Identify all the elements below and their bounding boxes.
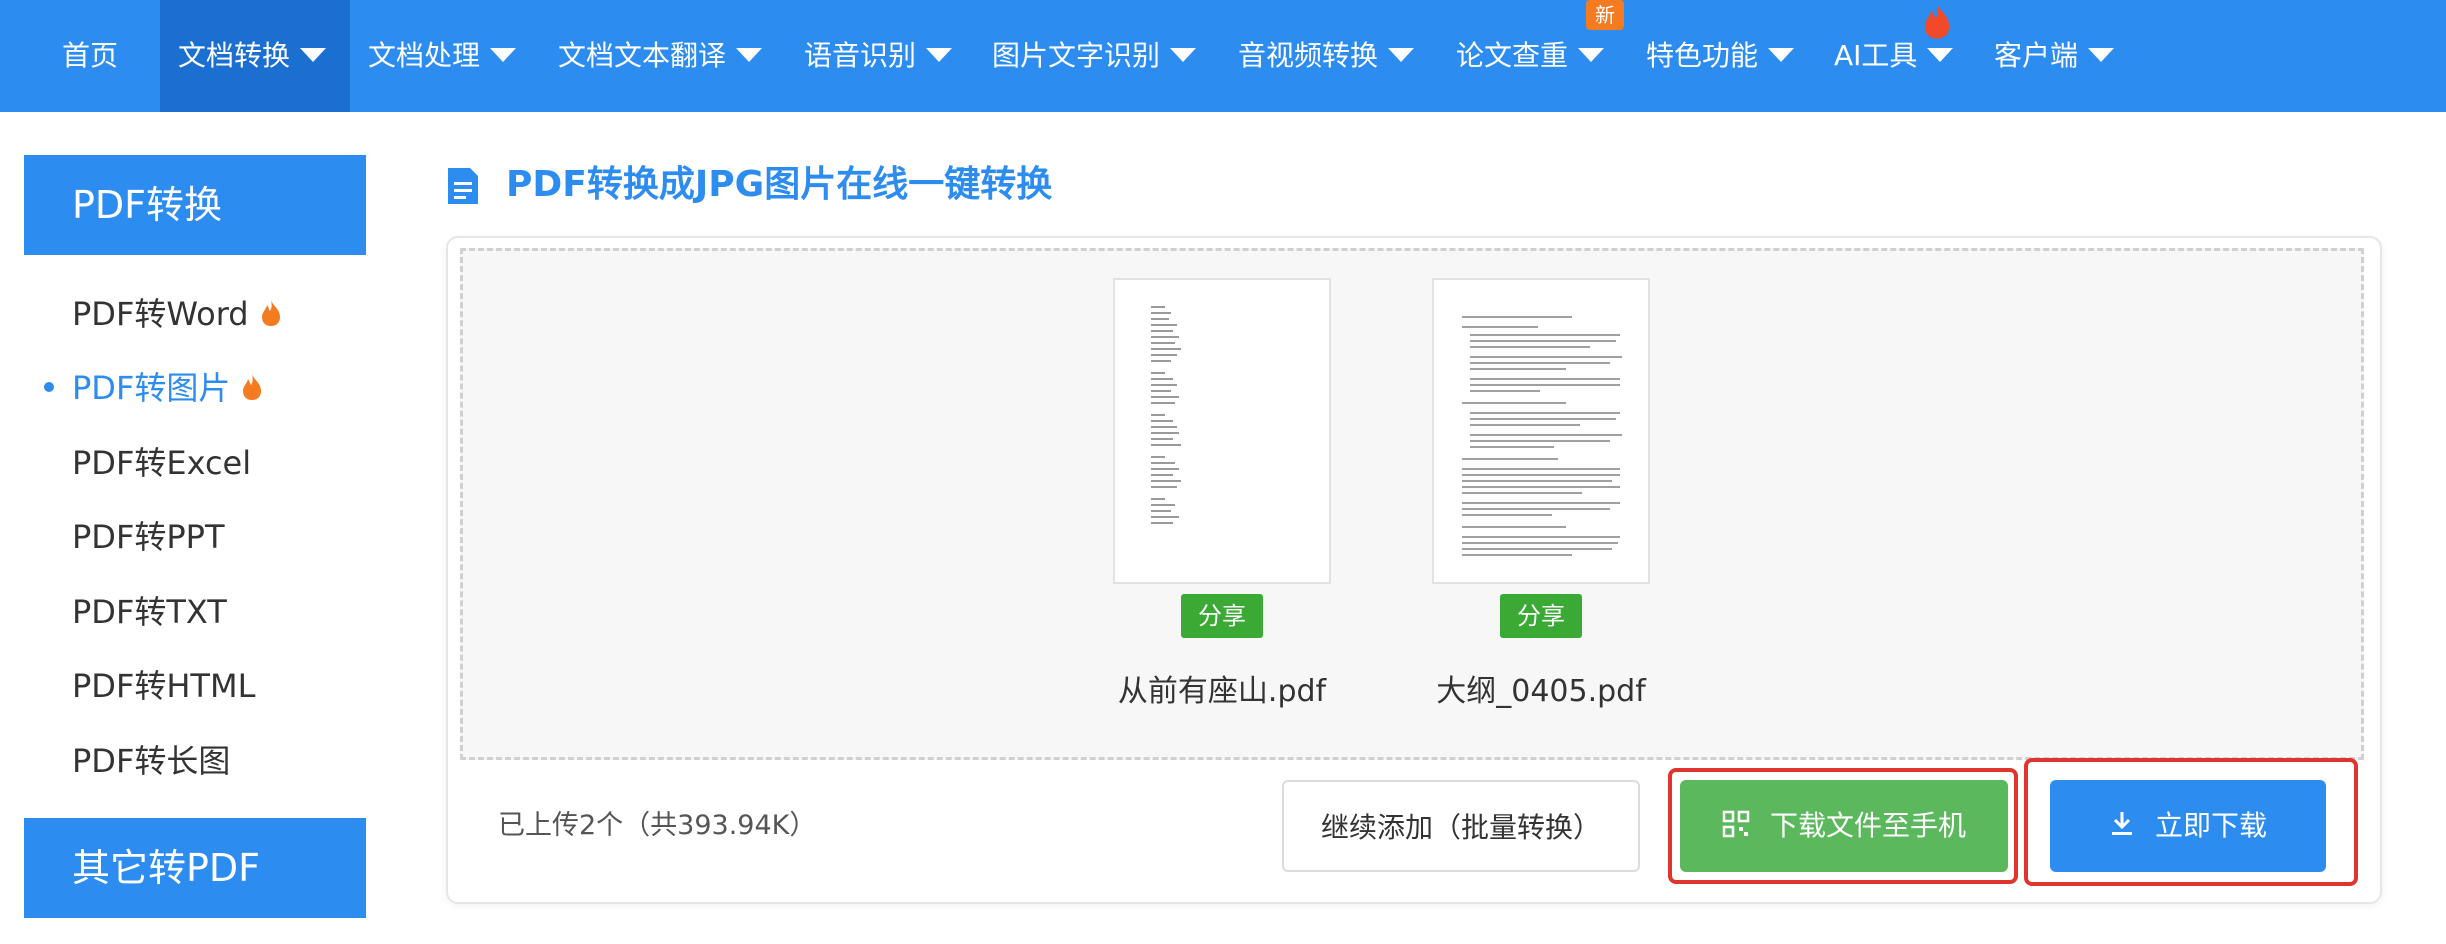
nav-item-doc-process[interactable]: 文档处理 [368,0,517,112]
sidebar-item-pdf-to-html[interactable]: PDF转HTML [72,664,255,708]
upload-status: 已上传2个（共393.94K） [498,810,817,841]
sidebar-item-pdf-to-txt[interactable]: PDF转TXT [72,590,227,634]
nav-item-client[interactable]: 客户端 [1994,0,2115,112]
fire-icon [1924,3,1950,39]
chevron-down-icon [1768,48,1795,62]
chevron-down-icon [300,48,327,62]
share-button[interactable]: 分享 [1500,594,1582,638]
pdf-page-preview [1151,306,1181,524]
nav-item-speech-recognition[interactable]: 语音识别 [804,0,953,112]
sidebar-item-pdf-to-image[interactable]: PDF转图片 [72,366,264,410]
download-now-button[interactable]: 立即下载 [2050,780,2326,872]
sidebar-item-pdf-to-long-image[interactable]: PDF转长图 [72,739,230,783]
fire-icon [243,374,262,400]
file-name: 大纲_0405.pdf [1436,674,1646,709]
new-badge: 新 [1586,0,1624,30]
chevron-down-icon [1927,48,1954,62]
chevron-down-icon [1578,48,1605,62]
nav-item-image-ocr[interactable]: 图片文字识别 [992,0,1197,112]
pdf-page-preview [1462,316,1622,556]
qr-code-icon [1722,810,1750,838]
nav-item-features[interactable]: 特色功能 [1646,0,1795,112]
sidebar-item-pdf-to-word[interactable]: PDF转Word [72,292,283,336]
file-drop-zone[interactable] [460,248,2364,760]
top-nav-bar: 首页 文档转换 文档处理 文档文本翻译 语音识别 图片文字识别 音视频转换 论文… [0,0,2446,112]
chevron-down-icon [1170,48,1197,62]
active-indicator-dot [44,382,54,392]
document-icon [448,168,478,204]
sidebar-section-pdf-convert[interactable]: PDF转换 [24,155,366,255]
add-more-files-button[interactable]: 继续添加（批量转换） [1282,780,1640,872]
chevron-down-icon [736,48,763,62]
fire-icon [261,300,280,326]
nav-item-doc-translate[interactable]: 文档文本翻译 [558,0,763,112]
download-to-phone-button[interactable]: 下载文件至手机 [1680,780,2008,872]
page-title: PDF转换成JPG图片在线一键转换 [506,164,1053,205]
nav-item-plagiarism-check[interactable]: 论文查重 [1456,0,1605,112]
file-thumbnail[interactable] [1113,278,1331,584]
nav-item-av-convert[interactable]: 音视频转换 [1238,0,1415,112]
file-thumbnail[interactable] [1432,278,1650,584]
nav-item-doc-convert[interactable]: 文档转换 [160,0,350,112]
sidebar-item-pdf-to-excel[interactable]: PDF转Excel [72,441,251,485]
chevron-down-icon [2088,48,2115,62]
share-button[interactable]: 分享 [1181,594,1263,638]
chevron-down-icon [926,48,953,62]
sidebar-item-pdf-to-ppt[interactable]: PDF转PPT [72,515,225,559]
nav-item-home[interactable]: 首页 [62,0,118,112]
sidebar-section-other-to-pdf[interactable]: 其它转PDF [24,818,366,918]
file-name: 从前有座山.pdf [1117,674,1327,709]
chevron-down-icon [490,48,517,62]
chevron-down-icon [1388,48,1415,62]
download-icon [2111,812,2132,835]
